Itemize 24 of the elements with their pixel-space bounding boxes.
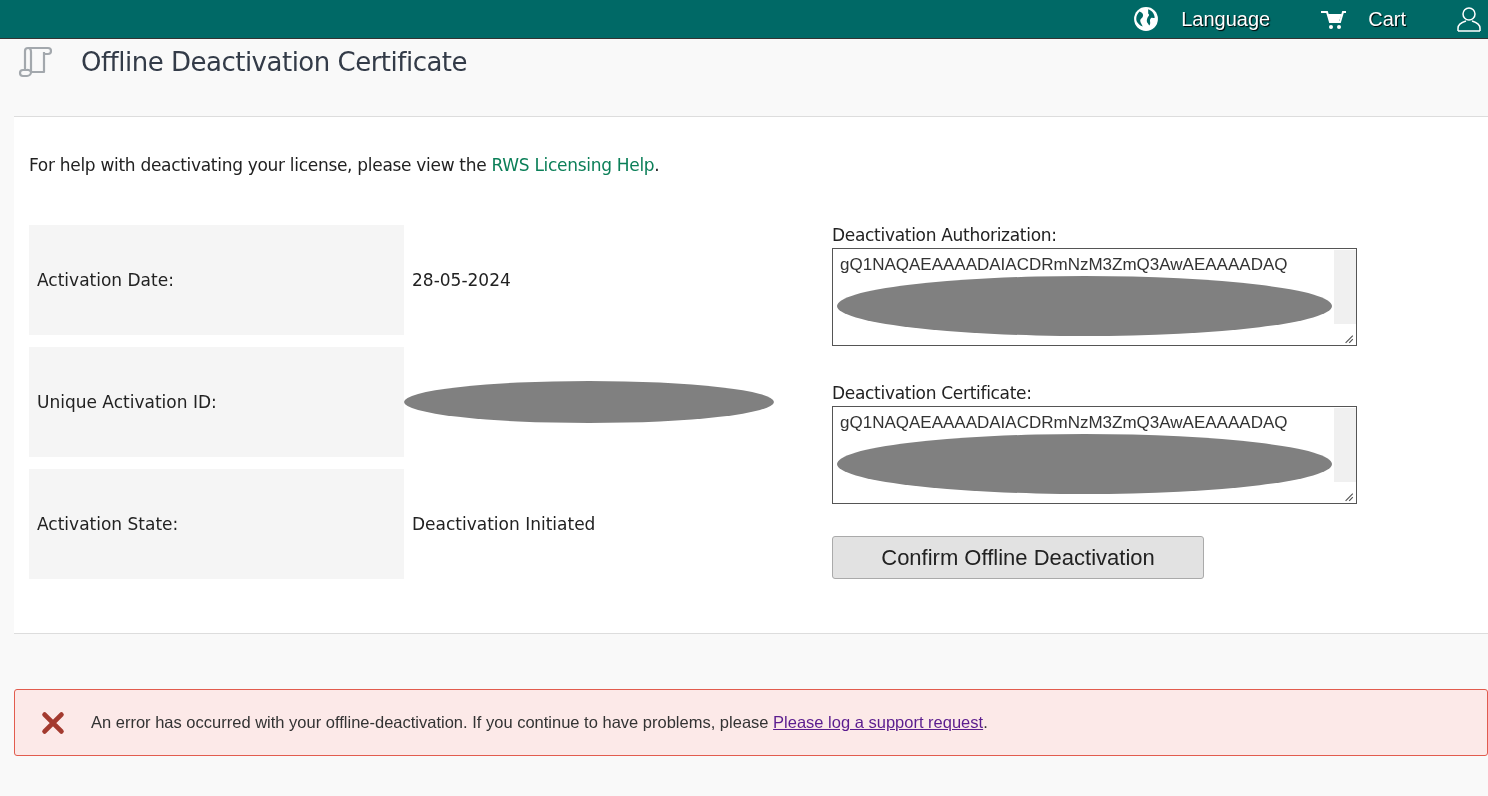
error-message: An error has occurred with your offline-deactivation. If you continue to have problems, please Please log a support request. xyxy=(91,713,988,732)
error-icon xyxy=(41,710,65,735)
scroll-icon xyxy=(18,44,54,80)
support-link[interactable]: Please log a support request xyxy=(773,713,984,731)
user-icon xyxy=(1456,6,1482,32)
detail-value: Deactivation Initiated xyxy=(412,514,596,534)
confirm-button[interactable]: Confirm Offline Deactivation xyxy=(832,536,1204,579)
cart-link[interactable]: Cart xyxy=(1320,6,1406,32)
detail-label: Activation State: xyxy=(29,469,404,579)
scrollbar[interactable] xyxy=(1334,250,1356,324)
scrollbar[interactable] xyxy=(1334,408,1356,482)
field-label: Deactivation Certificate: xyxy=(832,383,1033,403)
detail-label: Unique Activation ID: xyxy=(29,347,404,457)
account-link[interactable] xyxy=(1456,6,1482,32)
resize-handle[interactable] xyxy=(1342,332,1354,344)
language-link[interactable]: Language xyxy=(1133,6,1271,32)
detail-value: 28-05-2024 xyxy=(412,270,511,290)
help-link[interactable]: RWS Licensing Help xyxy=(491,155,655,175)
resize-handle[interactable] xyxy=(1342,490,1354,502)
field-label: Deactivation Authorization: xyxy=(832,225,1058,245)
detail-label: Activation Date: xyxy=(29,225,404,335)
help-text: For help with deactivating your license, please view the RWS Licensing Help. xyxy=(29,155,661,175)
globe-icon xyxy=(1133,6,1160,32)
page-title: Offline Deactivation Certificate xyxy=(81,47,468,77)
